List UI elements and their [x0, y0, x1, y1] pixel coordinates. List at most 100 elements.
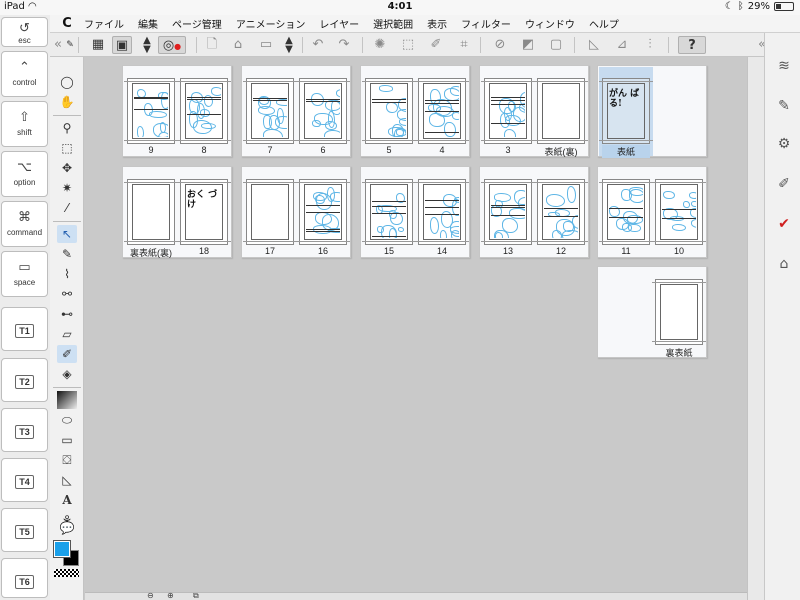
page-thumbnail[interactable]	[124, 78, 178, 144]
page-thumbnail[interactable]	[415, 78, 469, 144]
frame-border-icon[interactable]: ▭	[57, 431, 77, 449]
menu-item-9[interactable]: ヘルプ	[589, 16, 619, 31]
ruler-icon[interactable]: ◺	[584, 36, 604, 54]
brush-settings-icon[interactable]: ✎	[773, 95, 795, 117]
page-spread[interactable]: 76	[241, 65, 351, 157]
page-spread[interactable]: 54	[360, 65, 470, 157]
menu-item-8[interactable]: ウィンドウ	[525, 16, 575, 31]
key-control[interactable]: ⌃ control	[1, 51, 48, 97]
page-spread[interactable]: 裏表紙	[597, 266, 707, 358]
page-thumbnail[interactable]	[481, 78, 535, 144]
open-folder-icon[interactable]: ⌂	[228, 36, 248, 54]
page-thumbnail[interactable]	[243, 179, 297, 245]
redo-icon[interactable]: ↷	[334, 36, 354, 54]
page-spread[interactable]: 15 14	[360, 166, 470, 258]
key-option[interactable]: ⌥ option	[1, 151, 48, 197]
transparent-color-swatch[interactable]	[54, 569, 79, 577]
eyedropper-icon[interactable]: ✐	[426, 36, 446, 54]
lasso-icon[interactable]: ◯	[57, 73, 77, 91]
key-command[interactable]: ⌘ command	[1, 201, 48, 247]
key-esc[interactable]: ↺ esc	[1, 17, 48, 47]
selection-border-icon[interactable]: ▢	[546, 36, 566, 54]
help-button[interactable]: ?	[678, 36, 706, 54]
page-thumbnail[interactable]	[362, 179, 416, 245]
page-spread[interactable]: 13 12	[479, 166, 589, 258]
decoration-icon[interactable]: ⊷	[57, 305, 77, 323]
key-shift[interactable]: ⇧ shift	[1, 101, 48, 147]
invert-selection-icon[interactable]: ◩	[518, 36, 538, 54]
main-color-swatch[interactable]	[53, 540, 71, 558]
transform-icon[interactable]: ⬚	[398, 36, 418, 54]
page-thumbnail[interactable]	[296, 78, 350, 144]
hand-icon[interactable]: ✋	[57, 93, 77, 111]
eraser-icon[interactable]: ▱	[57, 325, 77, 343]
material-icon[interactable]: ⌂	[773, 253, 795, 275]
zoom-out-icon[interactable]: ⊖	[147, 591, 154, 600]
blend-icon[interactable]: ✐	[57, 345, 77, 363]
menu-item-1[interactable]: 編集	[138, 16, 158, 31]
magic-wand-icon[interactable]: ✷	[57, 179, 77, 197]
zoom-in-icon[interactable]: ⊕	[167, 591, 174, 600]
key-t2[interactable]: T2	[1, 358, 48, 402]
fill-bucket-icon[interactable]: ⛋	[57, 451, 77, 469]
text-tool-icon[interactable]: A	[57, 491, 77, 509]
new-file-icon[interactable]: 🗋	[202, 36, 222, 54]
menu-item-7[interactable]: フィルター	[461, 16, 511, 31]
symmetry-icon[interactable]: ⫶	[640, 36, 660, 54]
page-spread[interactable]: がん ばる! 表紙	[597, 65, 707, 158]
crop-icon[interactable]: ⌗	[454, 36, 474, 54]
rotate-view-icon[interactable]: ⬚	[57, 139, 77, 157]
page-thumbnail[interactable]	[177, 78, 231, 144]
page-manager-icon[interactable]: ▣	[112, 36, 132, 54]
deselect-icon[interactable]: ⊘	[490, 36, 510, 54]
balloon-icon[interactable]: 💬	[57, 519, 77, 537]
perspective-icon[interactable]: ⊿	[612, 36, 632, 54]
fill-drops-icon[interactable]: ◈	[57, 365, 77, 383]
app-logo[interactable]: C	[50, 16, 84, 31]
stepper-icon[interactable]: ▲ ▼	[140, 36, 154, 55]
page-thumbnail[interactable]	[415, 179, 469, 245]
collapse-left-button[interactable]: «	[52, 36, 64, 54]
page-thumbnail[interactable]	[599, 179, 653, 245]
undo-icon[interactable]: ↶	[308, 36, 328, 54]
key-t5[interactable]: T5	[1, 508, 48, 552]
layers-icon[interactable]: ≋	[773, 55, 795, 77]
page-thumbnail[interactable]	[481, 179, 535, 245]
pencil-icon[interactable]: ✎	[57, 245, 77, 263]
key-t6[interactable]: T6	[1, 558, 48, 598]
ruler-tool-icon[interactable]: ◺	[57, 471, 77, 489]
ellipse-icon[interactable]: ⬭	[57, 411, 77, 429]
menu-item-3[interactable]: アニメーション	[236, 16, 306, 31]
page-spread[interactable]: 98	[122, 65, 232, 157]
menu-item-2[interactable]: ページ管理	[172, 16, 222, 31]
page-spread[interactable]: 裏表紙(裏) おく づけ 18	[122, 166, 232, 258]
stepper-icon[interactable]: ▲ ▼	[282, 36, 296, 55]
key-t3[interactable]: T3	[1, 408, 48, 452]
menu-item-0[interactable]: ファイル	[84, 16, 124, 31]
check-icon[interactable]: ✔	[773, 213, 795, 235]
zoom-icon[interactable]: ⚲	[57, 119, 77, 137]
grid-view-icon[interactable]: ▦	[88, 36, 108, 54]
page-thumbnail[interactable]	[362, 78, 416, 144]
sync-icon[interactable]: ◎●	[158, 36, 186, 54]
fit-view-icon[interactable]: ⧉	[193, 591, 199, 600]
page-thumbnail[interactable]	[243, 78, 297, 144]
page-thumbnail[interactable]	[296, 179, 350, 245]
page-thumbnail[interactable]	[534, 78, 588, 144]
page-spread[interactable]: 17 16	[241, 166, 351, 258]
menu-item-4[interactable]: レイヤー	[319, 16, 359, 31]
key-t4[interactable]: T4	[1, 458, 48, 502]
menu-item-5[interactable]: 選択範囲	[373, 16, 413, 31]
key-space[interactable]: ▭ space	[1, 251, 48, 297]
brush-icon[interactable]: ⌇	[57, 265, 77, 283]
page-thumbnail[interactable]	[534, 179, 588, 245]
gradient-icon[interactable]	[57, 391, 77, 409]
page-thumbnail[interactable]	[652, 179, 706, 245]
page-thumbnail[interactable]: おく づけ	[177, 179, 231, 245]
tool-property-icon[interactable]: ⚙	[773, 133, 795, 155]
page-thumbnail[interactable]	[652, 279, 706, 345]
page-spread[interactable]: 3 表紙(裏)	[479, 65, 589, 157]
menu-item-6[interactable]: 表示	[427, 16, 447, 31]
pen-tool-icon[interactable]: ↖	[57, 225, 77, 243]
key-t1[interactable]: T1	[1, 307, 48, 351]
